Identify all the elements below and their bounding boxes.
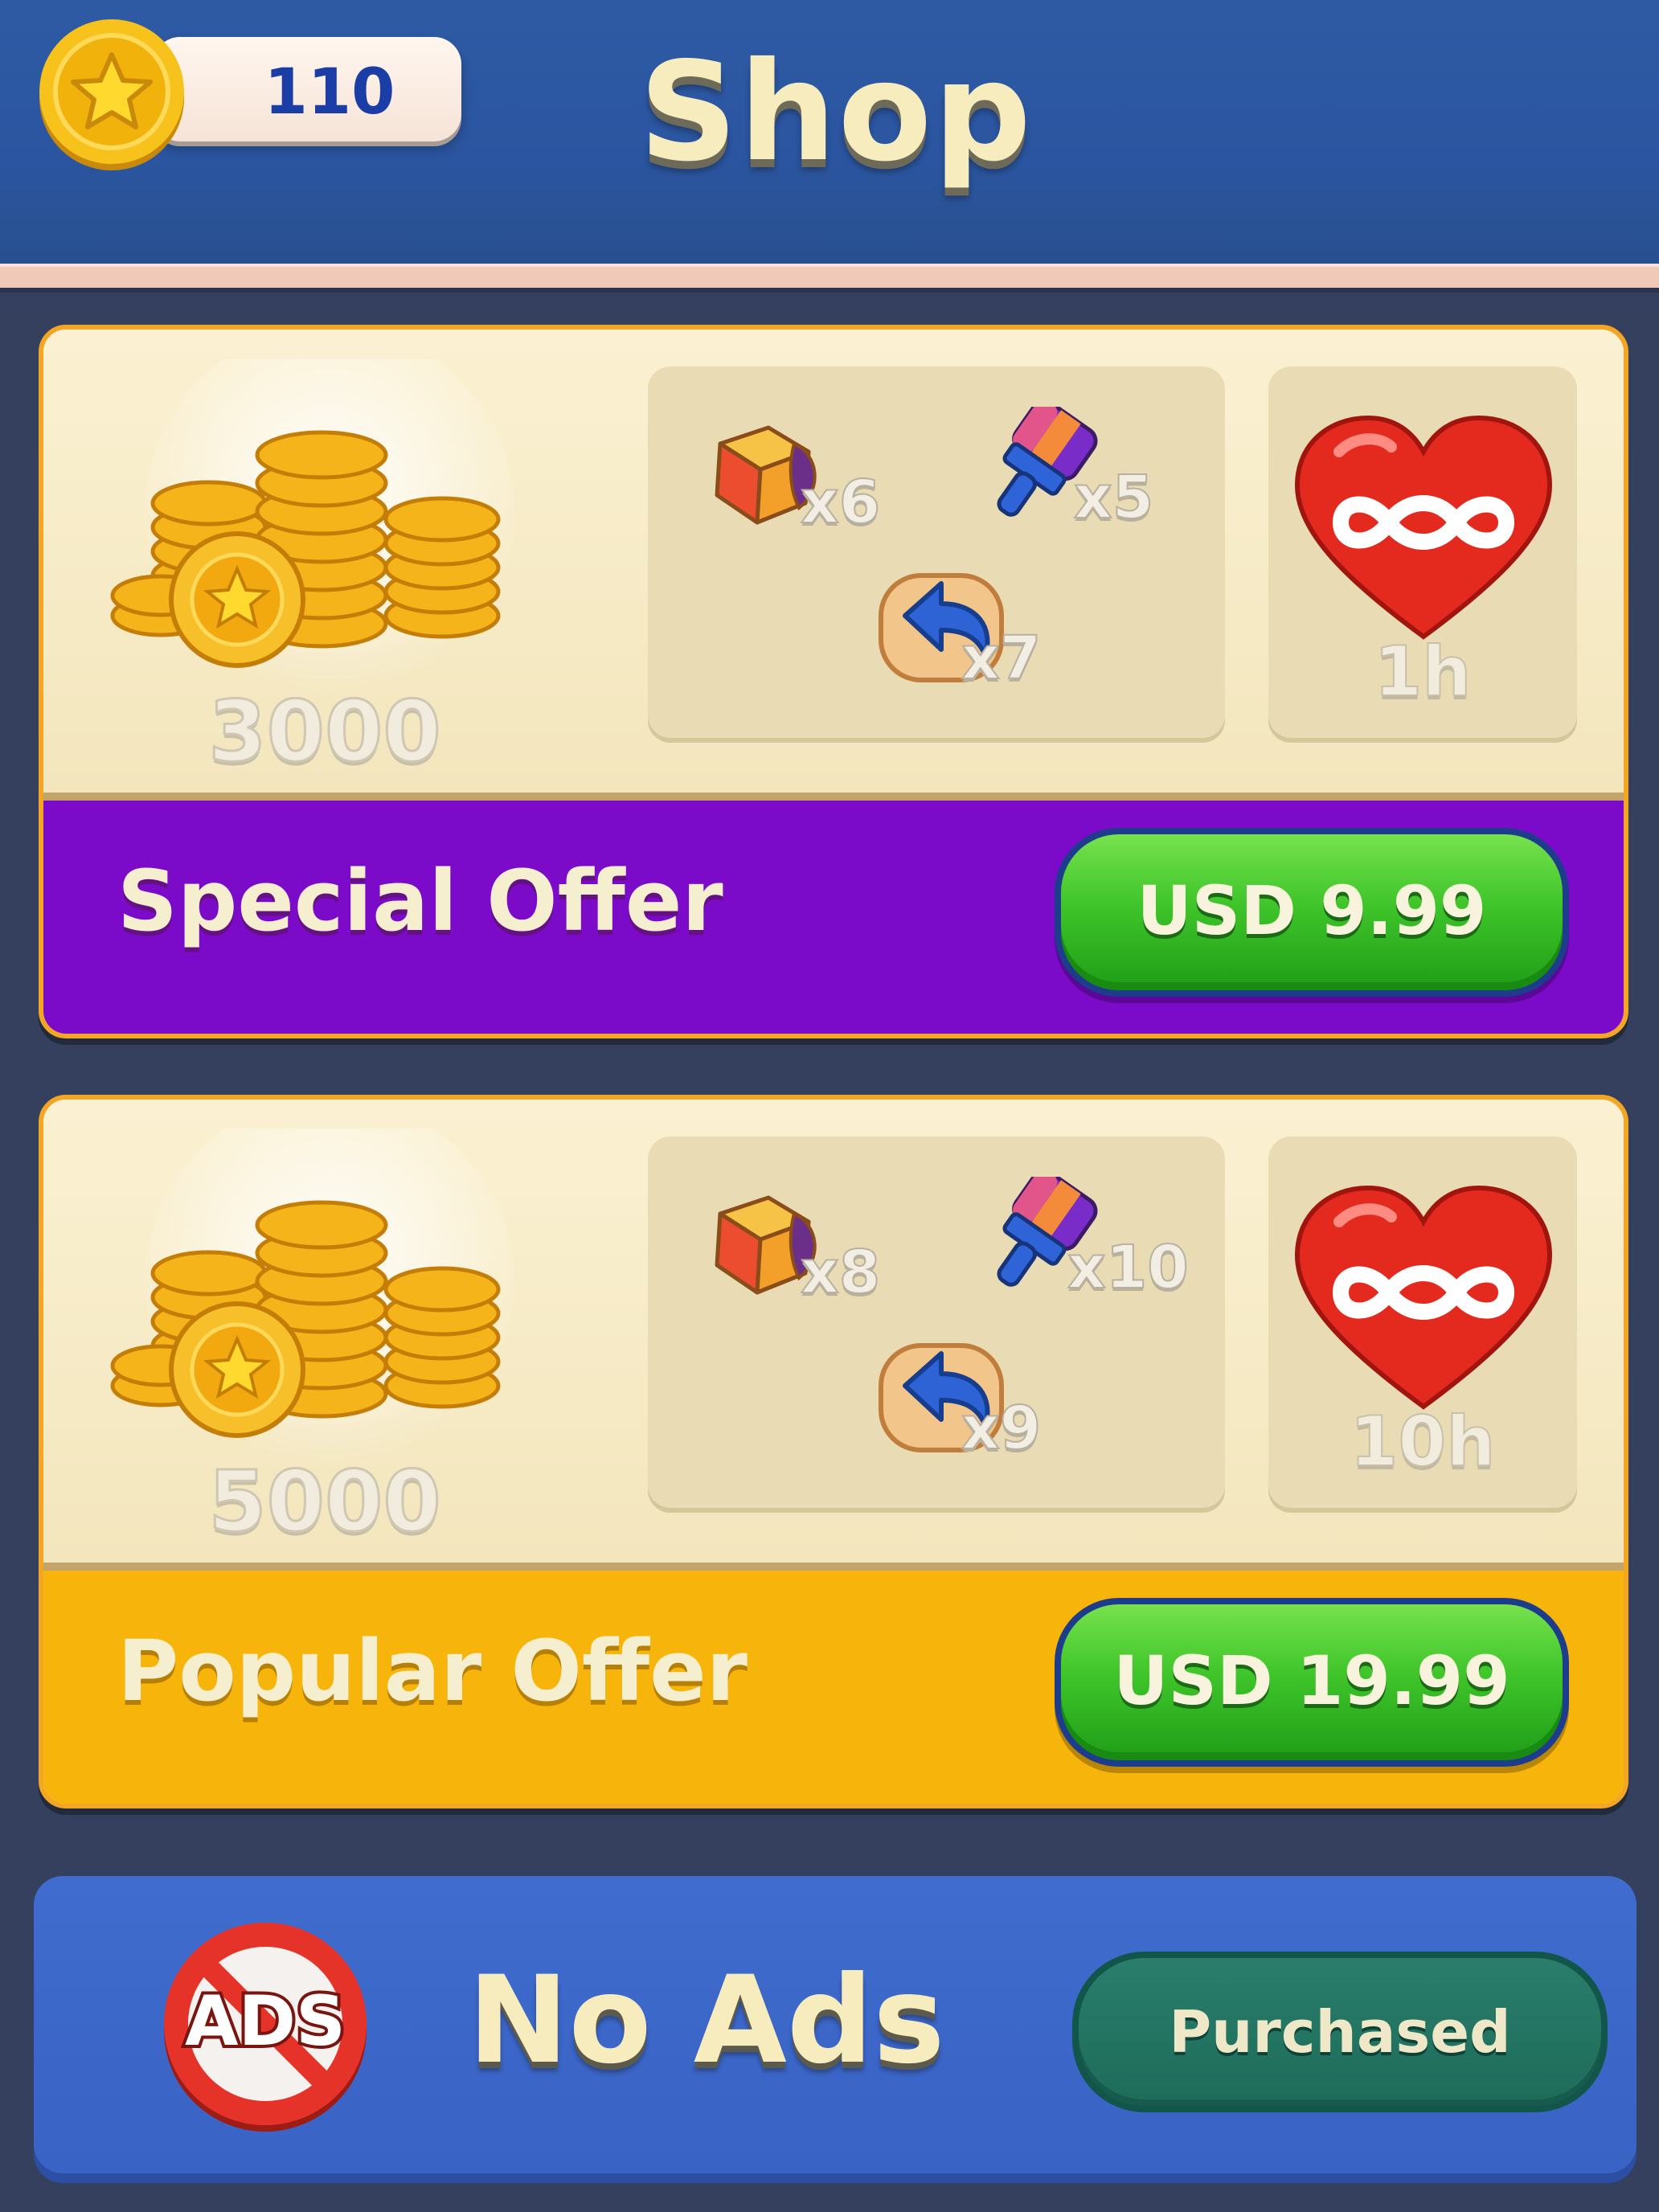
- offer-contents: 5000 x8 x10 x9 10h: [43, 1100, 1624, 1563]
- offer-title: Special Offer: [117, 852, 723, 950]
- infinite-heart-icon: [1294, 415, 1553, 640]
- special-offer-card: 3000 x6 x5 x7 1h Special Offer USD 9.99: [39, 325, 1628, 1038]
- no-ads-title: No Ads: [468, 1951, 945, 2091]
- coin-amount: 3000: [207, 682, 442, 781]
- offer-title: Popular Offer: [117, 1622, 748, 1720]
- price-label: USD 9.99: [1061, 834, 1563, 990]
- purchased-button[interactable]: Purchased: [1072, 1952, 1608, 2112]
- no-ads-icon: ADS: [164, 1923, 367, 2132]
- page-title: Shop: [639, 33, 1033, 192]
- coin-amount: 5000: [207, 1452, 442, 1551]
- brush-count: x5: [1073, 462, 1154, 533]
- star-coin-icon: [39, 19, 184, 170]
- ads-label: ADS: [185, 1981, 346, 2062]
- offer-footer: Popular Offer USD 19.99: [43, 1571, 1624, 1804]
- undo-count: x9: [961, 1393, 1042, 1464]
- brush-count: x10: [1067, 1232, 1190, 1303]
- booster-items-panel: x6 x5 x7: [648, 367, 1225, 743]
- infinite-lives-duration: 1h: [1373, 631, 1472, 713]
- coin-balance: 110: [264, 56, 395, 129]
- popular-offer-card: 5000 x8 x10 x9 10h Popular Offer USD 19.…: [39, 1095, 1628, 1809]
- cube-count: x8: [800, 1237, 881, 1308]
- buy-special-offer-button[interactable]: USD 9.99: [1055, 828, 1569, 997]
- infinite-heart-icon: [1294, 1185, 1553, 1410]
- offer-contents: 3000 x6 x5 x7 1h: [43, 330, 1624, 793]
- undo-count: x7: [961, 623, 1042, 694]
- coin-pile-icon: [110, 358, 514, 696]
- header-divider: [0, 264, 1659, 293]
- coin-pile-icon: [110, 1129, 514, 1466]
- price-label: USD 19.99: [1061, 1604, 1563, 1760]
- shop-header: 110 Shop: [0, 0, 1659, 264]
- purchased-label: Purchased: [1079, 1958, 1601, 2106]
- offer-footer: Special Offer USD 9.99: [43, 801, 1624, 1034]
- infinite-lives-panel: 10h: [1268, 1137, 1577, 1513]
- no-ads-card: ADS No Ads Purchased: [34, 1876, 1636, 2173]
- card-divider: [43, 1563, 1624, 1571]
- booster-items-panel: x8 x10 x9: [648, 1137, 1225, 1513]
- card-divider: [43, 793, 1624, 801]
- infinite-lives-panel: 1h: [1268, 367, 1577, 743]
- infinite-lives-duration: 10h: [1350, 1401, 1497, 1483]
- cube-count: x6: [800, 467, 881, 538]
- buy-popular-offer-button[interactable]: USD 19.99: [1055, 1598, 1569, 1767]
